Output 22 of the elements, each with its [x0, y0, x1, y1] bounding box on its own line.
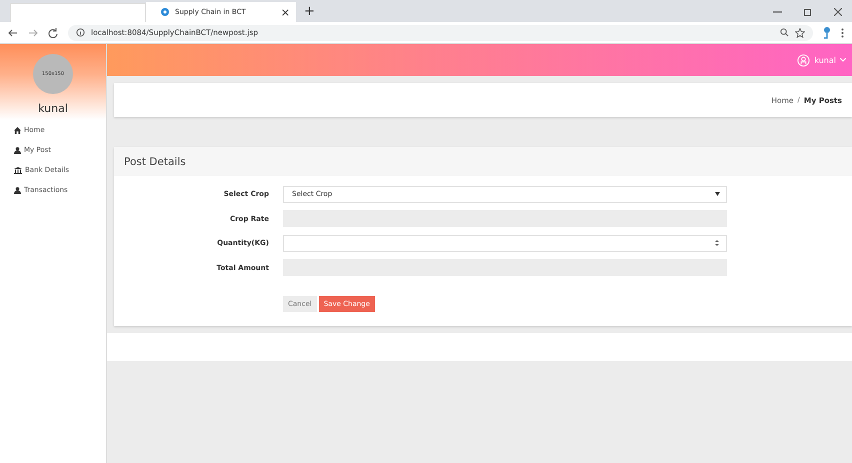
info-icon — [76, 28, 85, 37]
user-icon — [14, 146, 21, 154]
home-icon — [14, 126, 21, 134]
bank-icon — [14, 166, 22, 174]
user-icon — [797, 54, 810, 66]
restore-icon[interactable] — [804, 8, 812, 16]
close-icon[interactable] — [834, 8, 842, 16]
zoom-icon[interactable] — [780, 28, 789, 37]
new-tab-button[interactable]: + — [304, 4, 315, 19]
spinner-icon[interactable] — [714, 239, 720, 248]
star-icon[interactable] — [795, 28, 805, 38]
back-icon[interactable] — [8, 28, 18, 38]
user-name: kunal — [38, 102, 68, 115]
caret-icon — [715, 192, 720, 196]
extension-icon[interactable] — [823, 26, 831, 40]
caret-icon — [840, 58, 846, 62]
close-tab-button[interactable]: × — [280, 6, 290, 18]
menu-icon[interactable] — [841, 28, 844, 38]
number-input-field[interactable] — [283, 234, 727, 252]
reload-icon[interactable] — [48, 28, 58, 38]
panel-title: Post Details — [124, 156, 186, 168]
user-icon — [14, 186, 21, 194]
